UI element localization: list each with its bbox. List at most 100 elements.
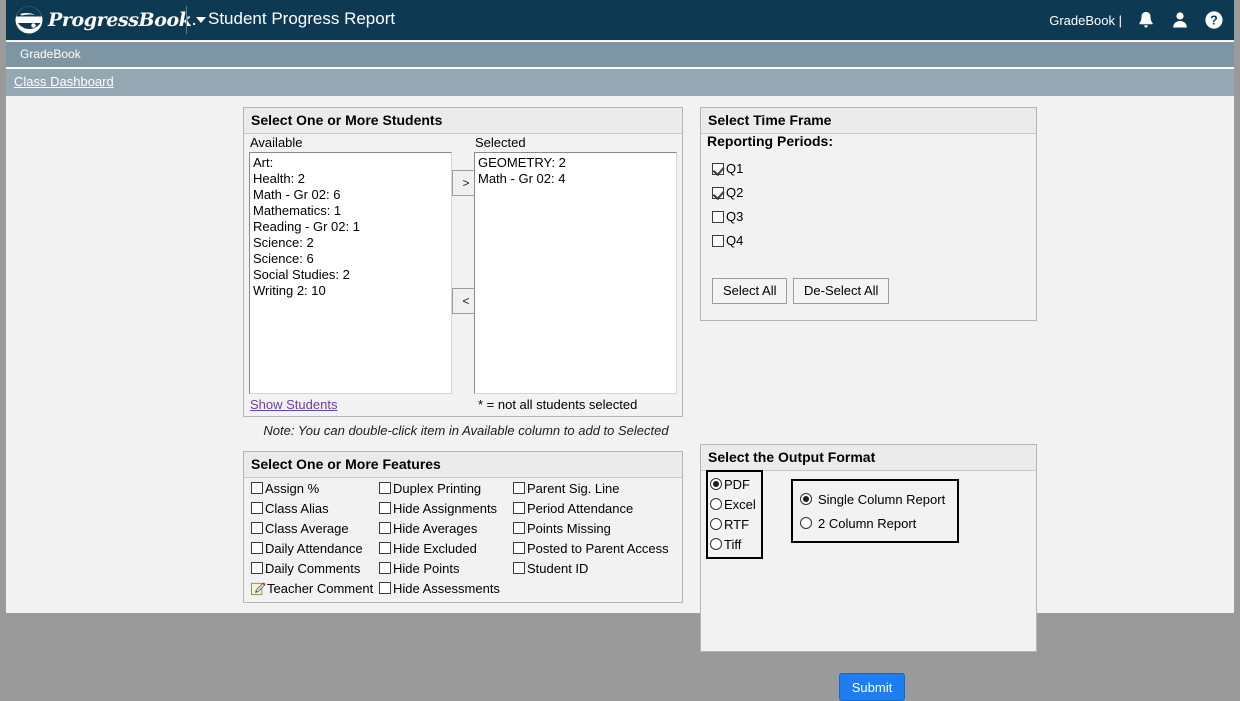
feature-option[interactable]: Duplex Printing — [379, 478, 500, 498]
output-format-radio[interactable] — [710, 538, 722, 550]
feature-label: Hide Points — [393, 560, 460, 576]
feature-label: Assign % — [265, 480, 320, 496]
feature-option[interactable]: Parent Sig. Line — [513, 478, 669, 498]
submit-button[interactable]: Submit — [839, 673, 905, 701]
reporting-period-checkbox[interactable] — [712, 234, 724, 247]
feature-checkbox[interactable] — [379, 522, 391, 534]
report-layout-option[interactable]: 2 Column Report — [800, 511, 957, 535]
output-format-option[interactable]: RTF — [710, 514, 761, 534]
available-label: Available — [250, 135, 303, 150]
output-format-label: RTF — [724, 516, 750, 532]
feature-checkbox[interactable] — [379, 482, 391, 494]
select-students-title: Select One or More Students — [244, 108, 682, 134]
feature-option[interactable]: Hide Points — [379, 558, 500, 578]
list-item[interactable]: Social Studies: 2 — [253, 267, 451, 283]
list-item[interactable]: Writing 2: 10 — [253, 283, 451, 299]
feature-option[interactable]: Posted to Parent Access — [513, 538, 669, 558]
deselect-all-button[interactable]: De-Select All — [793, 278, 890, 304]
available-students-list[interactable]: Art: Health: 2 Math - Gr 02: 6 Mathematics:… — [249, 152, 452, 394]
feature-option[interactable]: Hide Assignments — [379, 498, 500, 518]
list-item[interactable]: Math - Gr 02: 6 — [253, 187, 451, 203]
help-icon[interactable]: ? — [1204, 10, 1224, 30]
reporting-period-option[interactable]: Q1 — [712, 161, 743, 176]
feature-option[interactable]: Student ID — [513, 558, 669, 578]
report-layout-option[interactable]: Single Column Report — [800, 487, 957, 511]
chevron-down-icon[interactable] — [196, 17, 206, 23]
selected-label: Selected — [475, 135, 526, 150]
list-item[interactable]: Art: — [253, 155, 451, 171]
feature-label: Hide Assignments — [393, 500, 498, 516]
note-pencil-icon[interactable] — [251, 581, 266, 596]
feature-checkbox[interactable] — [513, 522, 525, 534]
feature-checkbox[interactable] — [379, 582, 391, 594]
reporting-period-checkbox[interactable] — [712, 186, 724, 199]
feature-option[interactable]: Hide Assessments — [379, 578, 500, 598]
feature-option[interactable]: Hide Excluded — [379, 538, 500, 558]
list-item[interactable]: GEOMETRY: 2 — [478, 155, 676, 171]
feature-option[interactable]: Class Average — [251, 518, 373, 538]
list-item[interactable]: Science: 2 — [253, 235, 451, 251]
progressbook-logo[interactable]: ProgressBook . — [14, 5, 197, 35]
feature-checkbox[interactable] — [513, 562, 525, 574]
select-students-panel: Select One or More Students Available Se… — [243, 107, 683, 417]
show-students-link[interactable]: Show Students — [250, 397, 337, 412]
output-format-option[interactable]: Excel — [710, 494, 761, 514]
reporting-period-label: Q4 — [726, 233, 744, 248]
feature-option[interactable]: Points Missing — [513, 518, 669, 538]
output-format-radio[interactable] — [710, 478, 722, 490]
feature-option[interactable]: Assign % — [251, 478, 373, 498]
content-area: Select One or More Students Available Se… — [6, 96, 1234, 701]
page-title-group[interactable]: Student Progress Report — [196, 9, 395, 29]
app-header: ProgressBook . Student Progress Report G… — [6, 0, 1234, 40]
feature-option[interactable]: Teacher Comment — [251, 578, 373, 598]
feature-label: Parent Sig. Line — [527, 480, 620, 496]
feature-checkbox[interactable] — [379, 502, 391, 514]
features-column-2: Duplex Printing Hide Assignments Hide Aver… — [379, 478, 500, 598]
list-item[interactable]: Health: 2 — [253, 171, 451, 187]
list-item[interactable]: Reading - Gr 02: 1 — [253, 219, 451, 235]
select-all-button[interactable]: Select All — [712, 278, 788, 304]
feature-checkbox[interactable] — [251, 482, 263, 494]
feature-option[interactable]: Daily Comments — [251, 558, 373, 578]
bell-icon[interactable] — [1136, 10, 1156, 30]
list-item[interactable]: Math - Gr 02: 4 — [478, 171, 676, 187]
output-format-radio[interactable] — [710, 498, 722, 510]
progressbook-logo-icon — [15, 6, 43, 34]
list-item[interactable]: Mathematics: 1 — [253, 203, 451, 219]
feature-checkbox[interactable] — [379, 562, 391, 574]
list-item[interactable]: Science: 6 — [253, 251, 451, 267]
feature-checkbox[interactable] — [513, 542, 525, 554]
feature-label: Duplex Printing — [393, 480, 482, 496]
feature-label: Hide Averages — [393, 520, 478, 536]
feature-option[interactable]: Period Attendance — [513, 498, 669, 518]
feature-checkbox[interactable] — [251, 562, 263, 574]
reporting-period-option[interactable]: Q4 — [712, 233, 743, 248]
feature-checkbox[interactable] — [513, 502, 525, 514]
feature-label: Hide Excluded — [393, 540, 477, 556]
select-timeframe-title: Select Time Frame — [701, 108, 1036, 134]
reporting-period-checkbox[interactable] — [712, 210, 724, 223]
feature-option[interactable]: Class Alias — [251, 498, 373, 518]
select-features-title: Select One or More Features — [244, 452, 682, 478]
feature-label: Daily Comments — [265, 560, 361, 576]
feature-checkbox[interactable] — [251, 502, 263, 514]
header-actions: GradeBook | ? — [1049, 0, 1224, 40]
output-format-option[interactable]: Tiff — [710, 534, 761, 554]
feature-checkbox[interactable] — [251, 522, 263, 534]
reporting-period-checkbox[interactable] — [712, 162, 724, 175]
reporting-period-option[interactable]: Q2 — [712, 185, 743, 200]
output-format-radio[interactable] — [710, 518, 722, 530]
reporting-periods-label: Reporting Periods: — [707, 133, 834, 149]
feature-checkbox[interactable] — [251, 542, 263, 554]
feature-checkbox[interactable] — [379, 542, 391, 554]
feature-checkbox[interactable] — [513, 482, 525, 494]
feature-option[interactable]: Hide Averages — [379, 518, 500, 538]
reporting-period-option[interactable]: Q3 — [712, 209, 743, 224]
report-layout-radio[interactable] — [800, 517, 812, 529]
user-icon[interactable] — [1170, 10, 1190, 30]
feature-option[interactable]: Daily Attendance — [251, 538, 373, 558]
breadcrumb-class-dashboard[interactable]: Class Dashboard — [14, 74, 114, 89]
report-layout-radio[interactable] — [800, 493, 812, 505]
output-format-option[interactable]: PDF — [710, 474, 761, 494]
selected-students-list[interactable]: GEOMETRY: 2 Math - Gr 02: 4 — [474, 152, 677, 394]
